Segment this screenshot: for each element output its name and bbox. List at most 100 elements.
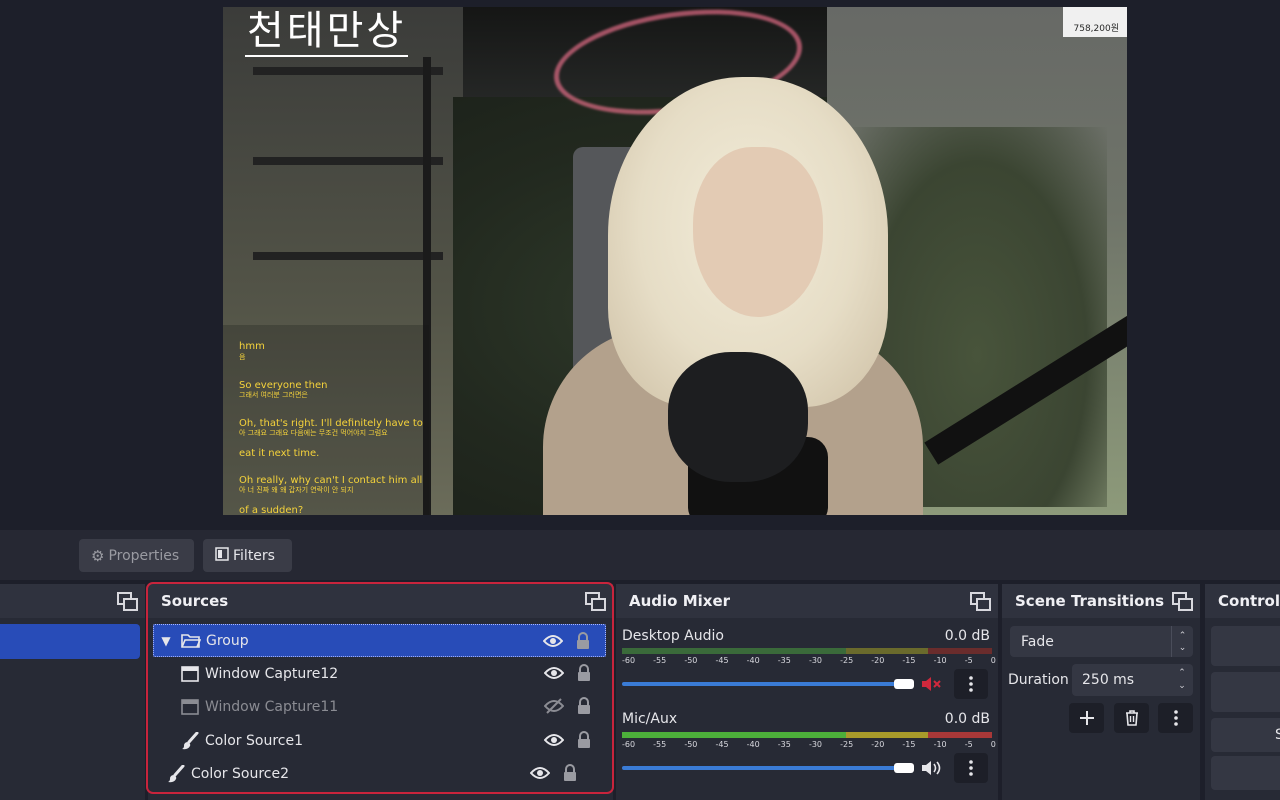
volume-meter xyxy=(622,648,992,654)
undock-icon[interactable] xyxy=(970,592,991,611)
filters-button[interactable]: Filters xyxy=(203,539,292,572)
kebab-icon xyxy=(969,760,973,776)
channel-name: Mic/Aux xyxy=(622,711,678,727)
volume-meter xyxy=(622,732,992,738)
audio-mixer-dock: Audio Mixer Desktop Audio 0.0 dB -60 -55 -… xyxy=(616,584,998,800)
controls-title: Controls xyxy=(1218,592,1280,610)
control-button[interactable] xyxy=(1211,756,1280,790)
scene-transitions-dock: Scene Transitions Fade ⌃ ⌄ Duration 250 m… xyxy=(1002,584,1200,800)
subtitle-panel: hmm 음 So everyone then 그래서 여러분 그러면은 Oh, that… xyxy=(223,325,429,515)
scenes-dock-header xyxy=(0,584,145,618)
window-icon xyxy=(177,665,203,682)
lock-icon[interactable] xyxy=(576,731,592,749)
controls-header: Controls xyxy=(1205,584,1280,618)
control-button[interactable] xyxy=(1211,672,1280,712)
subtitle-line: So everyone then xyxy=(239,380,328,391)
scale-tick-label: -60 xyxy=(622,740,636,749)
transition-select[interactable]: Fade ⌃ ⌄ xyxy=(1010,626,1193,657)
control-button[interactable]: St xyxy=(1211,718,1280,752)
scale-tick-label: -35 xyxy=(777,656,791,665)
channel-menu-button[interactable] xyxy=(954,669,988,699)
trash-icon xyxy=(1125,710,1138,726)
channel-name: Desktop Audio xyxy=(622,628,724,644)
volume-slider[interactable] xyxy=(622,682,914,686)
source-row[interactable]: Color Source1 xyxy=(153,724,606,757)
scale-tick-label: -10 xyxy=(933,740,947,749)
scale-tick-label: -25 xyxy=(840,740,854,749)
scale-tick-label: -40 xyxy=(746,740,760,749)
source-row[interactable]: Color Source2 xyxy=(139,757,592,790)
lock-icon[interactable] xyxy=(575,632,591,650)
source-group-row[interactable]: ▼ Group xyxy=(153,624,606,657)
undock-icon[interactable] xyxy=(117,592,138,611)
source-toolbar: ⚙ Properties Filters xyxy=(0,530,1280,580)
scale-tick-label: 0 xyxy=(990,740,996,749)
speaker-icon[interactable] xyxy=(920,759,942,777)
scale-tick-label: -30 xyxy=(808,740,823,749)
remove-transition-button[interactable] xyxy=(1114,703,1149,733)
kebab-icon xyxy=(969,676,973,692)
paint-brush-icon xyxy=(163,764,189,783)
undock-icon[interactable] xyxy=(585,592,606,611)
control-button[interactable] xyxy=(1211,626,1280,666)
controls-dock: Controls St xyxy=(1205,584,1280,800)
eye-off-icon[interactable] xyxy=(543,698,565,714)
scale-tick-label: -30 xyxy=(808,656,823,665)
scale-tick-label: -55 xyxy=(653,656,667,665)
kebab-icon xyxy=(1173,710,1178,726)
scale-tick-label: -45 xyxy=(715,740,729,749)
muted-speaker-icon[interactable] xyxy=(920,675,942,693)
shelf xyxy=(253,252,443,260)
scale-tick-label: 0 xyxy=(990,656,996,665)
person-face xyxy=(693,147,823,317)
duration-label: Duration xyxy=(1008,672,1069,688)
eye-icon[interactable] xyxy=(542,633,564,649)
properties-label: Properties xyxy=(108,547,180,564)
scene-item-selected[interactable] xyxy=(0,624,140,659)
scale-tick-label: -50 xyxy=(684,656,698,665)
lock-icon[interactable] xyxy=(576,664,592,682)
subtitle-line: 음 xyxy=(239,353,246,361)
eye-icon[interactable] xyxy=(543,732,565,748)
channel-db: 0.0 dB xyxy=(944,711,990,727)
scale-tick-label: -10 xyxy=(933,656,947,665)
properties-button[interactable]: ⚙ Properties xyxy=(79,539,194,572)
transition-menu-button[interactable] xyxy=(1158,703,1193,733)
expand-caret-icon[interactable]: ▼ xyxy=(154,634,178,648)
lock-icon[interactable] xyxy=(562,764,578,782)
eye-icon[interactable] xyxy=(529,765,551,781)
scale-tick-label: -40 xyxy=(746,656,760,665)
transition-selected: Fade xyxy=(1021,633,1054,650)
subtitle-line: 그래서 여러분 그러면은 xyxy=(239,391,308,399)
subtitle-line: eat it next time. xyxy=(239,448,320,459)
volume-slider-handle[interactable] xyxy=(894,763,914,773)
subtitle-line: 아 너 진짜 왜 왜 갑자기 연락이 안 되지 xyxy=(239,486,354,494)
plus-icon xyxy=(1079,711,1094,725)
add-transition-button[interactable] xyxy=(1069,703,1104,733)
lock-icon[interactable] xyxy=(576,697,592,715)
filters-label: Filters xyxy=(233,547,275,564)
source-row[interactable]: Window Capture11 xyxy=(153,690,606,723)
channel-menu-button[interactable] xyxy=(954,753,988,783)
paint-brush-icon xyxy=(177,731,203,750)
audio-mixer-header: Audio Mixer xyxy=(616,584,998,618)
viewer-count-text: 758,200원 xyxy=(1073,24,1120,34)
window-icon xyxy=(177,698,203,715)
duration-spinbox[interactable]: 250 ms ⌃ ⌄ xyxy=(1072,664,1193,696)
volume-slider-handle[interactable] xyxy=(894,679,914,689)
control-button-label: St xyxy=(1275,727,1280,743)
source-row[interactable]: Window Capture12 xyxy=(153,657,606,690)
stream-preview[interactable]: 천태만상 758,200원 hmm 음 So everyone then 그래서 여러… xyxy=(223,7,1127,515)
undock-icon[interactable] xyxy=(1172,592,1193,611)
meter-scale: -60 -55 -50 -45 -40 -35 -30 -25 -20 -15 -10 -5 0 xyxy=(622,656,996,668)
scale-tick-label: -20 xyxy=(871,740,885,749)
updown-arrow-icon: ⌃ ⌄ xyxy=(1171,626,1193,657)
volume-slider[interactable] xyxy=(622,766,914,770)
scale-tick-label: -15 xyxy=(902,740,916,749)
subtitle-line: hmm xyxy=(239,341,265,352)
eye-icon[interactable] xyxy=(543,665,565,681)
scale-tick-label: -5 xyxy=(964,656,973,665)
updown-arrow-icon[interactable]: ⌃ ⌄ xyxy=(1171,664,1193,696)
overlay-viewer-count: 758,200원 xyxy=(1063,7,1127,37)
scene-transitions-title: Scene Transitions xyxy=(1015,592,1165,610)
